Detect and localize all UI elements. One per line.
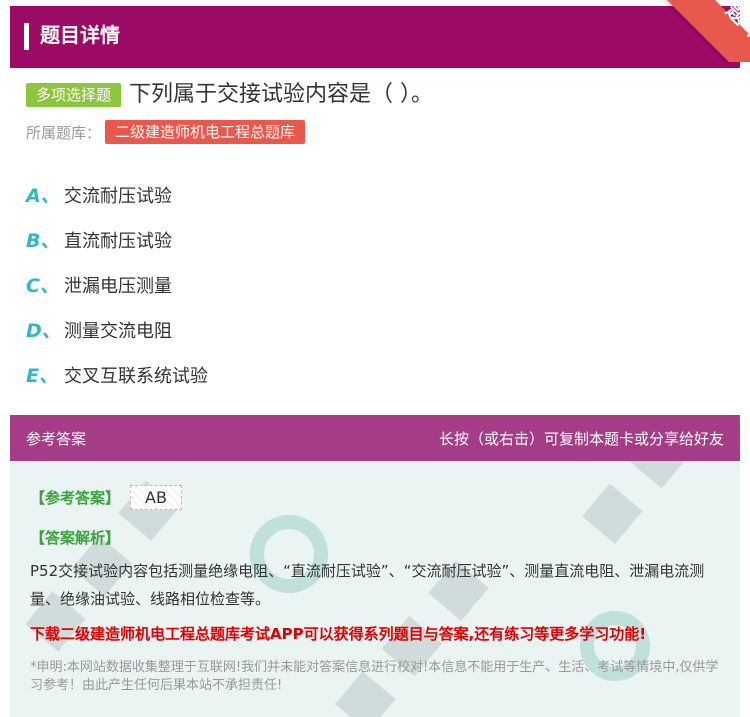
answer-section-body: ■ ■ ■ ■ ■ ■ ■ ■ 【参考答案】 AB 【答案解析】 P52交接试验… xyxy=(10,461,740,717)
option-text: 交叉互联系统试验 xyxy=(64,365,208,387)
reference-answer-row: 【参考答案】 AB xyxy=(30,485,182,510)
watermark-pattern: ■ ■ xyxy=(567,461,698,553)
option-b: B、 直流耐压试验 xyxy=(26,217,208,262)
question-bank-row: 所属题库： 二级建造师机电工程总题库 xyxy=(26,120,306,144)
option-letter: B、 xyxy=(26,230,60,252)
option-text: 直流耐压试验 xyxy=(64,230,172,252)
option-letter: E、 xyxy=(26,365,58,387)
page-title: 题目详情 xyxy=(40,23,120,47)
answer-section-title: 参考答案 xyxy=(26,430,87,448)
option-a: A、 交流耐压试验 xyxy=(26,172,208,217)
share-hint: 长按（或右击）可复制本题卡或分享给好友 xyxy=(438,430,724,448)
analysis-label: 【答案解析】 xyxy=(30,529,121,547)
analysis-text: P52交接试验内容包括测量绝缘电阻、“直流耐压试验”、“交流耐压试验”、测量直流… xyxy=(30,562,705,608)
question-text: 下列属于交接试验内容是（ ）。 xyxy=(129,82,434,107)
option-text: 泄漏电压测量 xyxy=(64,275,172,297)
question-row: 多项选择题 下列属于交接试验内容是（ ）。 xyxy=(26,80,433,110)
download-app-link[interactable]: 下载二级建造师机电工程总题库考试APP可以获得系列题目与答案,还有练习等更多学习… xyxy=(30,623,646,644)
question-type-badge: 多项选择题 xyxy=(26,83,122,107)
option-e: E、 交叉互联系统试验 xyxy=(26,352,208,397)
reference-answer-value: AB xyxy=(130,485,182,510)
option-letter: C、 xyxy=(26,275,59,297)
answer-section-header: 参考答案 长按（或右击）可复制本题卡或分享给好友 xyxy=(10,415,740,461)
option-text: 交流耐压试验 xyxy=(64,185,172,207)
bank-label: 所属题库： xyxy=(26,123,102,142)
option-letter: D、 xyxy=(26,320,61,342)
question-card-ribbon[interactable]: 题卡 xyxy=(630,0,750,62)
option-c: C、 泄漏电压测量 xyxy=(26,262,208,307)
option-letter: A、 xyxy=(26,185,60,207)
bank-tag-link[interactable]: 二级建造师机电工程总题库 xyxy=(105,120,306,144)
option-d: D、 测量交流电阻 xyxy=(26,307,208,352)
option-text: 测量交流电阻 xyxy=(64,320,172,342)
header-accent-mark xyxy=(24,23,29,50)
disclaimer-text: *申明:本网站数据收集整理于互联网!我们并未能对答案信息进行校对!本信息不能用于… xyxy=(30,660,719,693)
reference-answer-label: 【参考答案】 xyxy=(30,489,121,507)
options-list: A、 交流耐压试验 B、 直流耐压试验 C、 泄漏电压测量 D、 测量交流电阻 … xyxy=(26,172,208,397)
